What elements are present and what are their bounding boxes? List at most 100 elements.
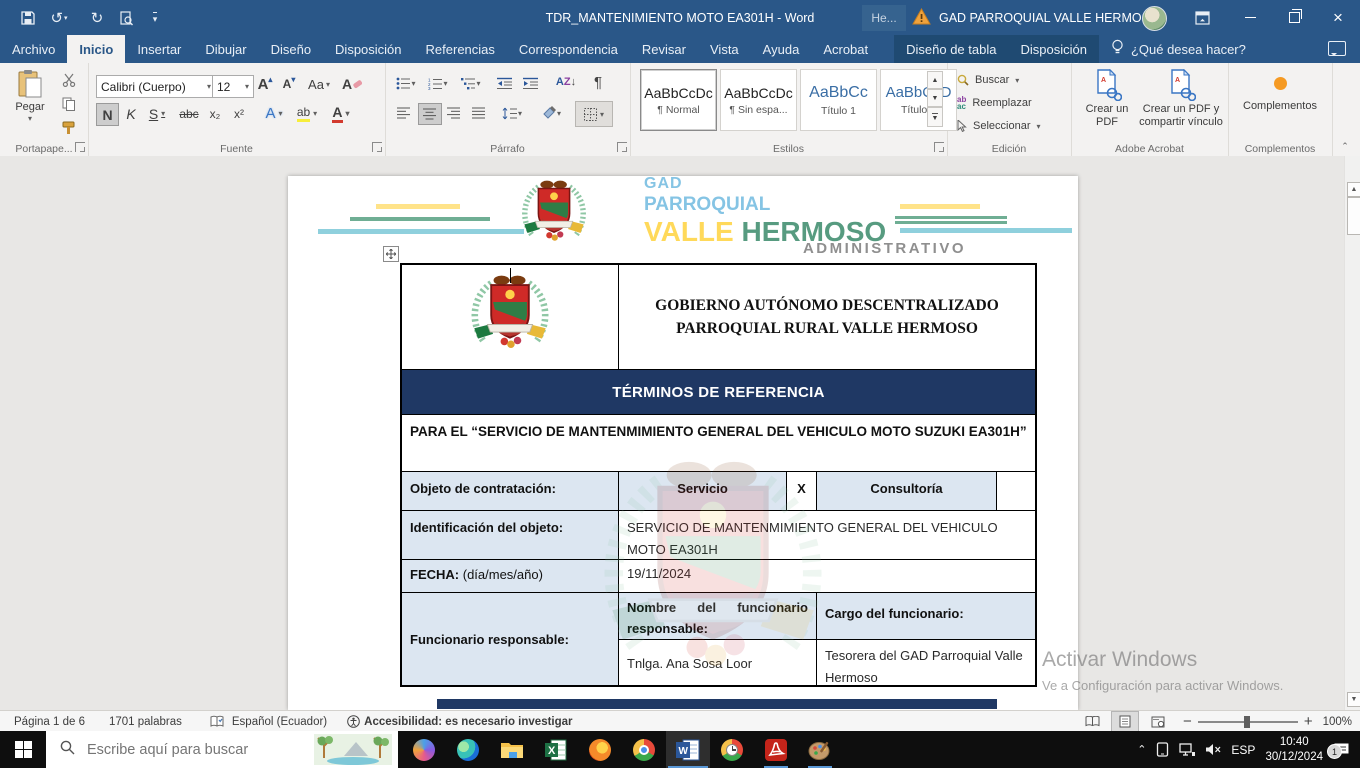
- font-size-combobox[interactable]: 12▾: [212, 75, 254, 98]
- find-button[interactable]: Buscar▾: [957, 71, 1065, 89]
- print-preview-button[interactable]: [115, 7, 137, 29]
- vertical-scrollbar[interactable]: ▲ ▼: [1344, 156, 1360, 710]
- web-layout-button[interactable]: [1145, 712, 1171, 731]
- word-count[interactable]: 1701 palabras: [109, 716, 182, 728]
- acrobat-icon[interactable]: [754, 731, 798, 768]
- paste-button[interactable]: Pegar ▾: [8, 69, 52, 123]
- styles-dialog-launcher[interactable]: [934, 142, 944, 152]
- superscript-button[interactable]: x²: [228, 103, 250, 124]
- tab-diseno[interactable]: Diseño: [259, 35, 323, 63]
- taskbar-search-box[interactable]: [46, 731, 398, 768]
- tab-diseno-de-tabla[interactable]: Diseño de tabla: [894, 35, 1008, 63]
- create-pdf-share-button[interactable]: A Crear un PDF y compartir vínculo: [1139, 69, 1223, 128]
- addins-button[interactable]: Complementos: [1240, 71, 1320, 113]
- tab-acrobat[interactable]: Acrobat: [811, 35, 880, 63]
- change-case-button[interactable]: Aa▾: [304, 73, 334, 95]
- tab-revisar[interactable]: Revisar: [630, 35, 698, 63]
- save-icon[interactable]: [17, 7, 39, 29]
- language-indicator[interactable]: Español (Ecuador): [232, 716, 327, 728]
- multilevel-list-button[interactable]: ▾: [457, 73, 485, 93]
- table-move-handle[interactable]: [383, 246, 399, 262]
- chrome-profile-icon[interactable]: [710, 731, 754, 768]
- page-indicator[interactable]: Página 1 de 6: [14, 716, 85, 728]
- clear-formatting-button[interactable]: A: [340, 73, 364, 95]
- styles-scroll-down-button[interactable]: ▼: [927, 89, 943, 107]
- collapse-ribbon-button[interactable]: ⌃: [1336, 139, 1354, 153]
- comments-icon[interactable]: [1328, 41, 1346, 56]
- justify-button[interactable]: [468, 103, 490, 123]
- cut-button[interactable]: [58, 71, 80, 89]
- paint-app-icon[interactable]: [798, 731, 842, 768]
- chrome-icon[interactable]: [622, 731, 666, 768]
- sort-button[interactable]: AZ↓: [551, 71, 581, 93]
- document-canvas[interactable]: GAD PARROQUIAL VALLE HERMOSO ADMINISTRAT…: [0, 156, 1360, 710]
- highlight-button[interactable]: ab▾: [292, 103, 322, 124]
- font-color-button[interactable]: A▾: [326, 103, 356, 124]
- borders-button[interactable]: ▾: [575, 101, 613, 127]
- taskbar-clock[interactable]: 10:40 30/12/2024: [1265, 735, 1323, 765]
- strikethrough-button[interactable]: abc: [176, 103, 202, 124]
- network-icon[interactable]: [1179, 743, 1195, 756]
- bullets-button[interactable]: ▾: [393, 73, 419, 93]
- format-painter-button[interactable]: [58, 119, 80, 137]
- tab-disposicion-tabla[interactable]: Disposición: [1008, 35, 1098, 63]
- zoom-in-button[interactable]: +: [1304, 713, 1313, 730]
- styles-more-button[interactable]: ▼: [927, 107, 943, 127]
- read-mode-button[interactable]: [1079, 712, 1105, 731]
- qat-customize-button[interactable]: ▾: [144, 7, 166, 29]
- accessibility-icon[interactable]: [347, 715, 360, 728]
- document-alert[interactable]: GAD PARROQUIAL VALLE HERMOSO: [912, 0, 1160, 35]
- select-button[interactable]: Seleccionar▾: [957, 117, 1065, 135]
- align-left-button[interactable]: [393, 103, 415, 123]
- tab-disposicion[interactable]: Disposición: [323, 35, 413, 63]
- font-dialog-launcher[interactable]: [372, 142, 382, 152]
- edge-icon[interactable]: [446, 731, 490, 768]
- search-input[interactable]: [85, 741, 289, 759]
- create-pdf-button[interactable]: A Crear un PDF: [1079, 69, 1135, 128]
- clipboard-dialog-launcher[interactable]: [75, 142, 85, 152]
- redo-button[interactable]: ↻: [86, 7, 108, 29]
- firefox-icon[interactable]: [578, 731, 622, 768]
- tab-archivo[interactable]: Archivo: [0, 35, 67, 63]
- print-layout-button[interactable]: [1111, 711, 1139, 732]
- scrollbar-thumb[interactable]: [1347, 197, 1360, 235]
- replace-button[interactable]: abac Reemplazar: [957, 94, 1065, 112]
- line-spacing-button[interactable]: ▾: [497, 103, 527, 123]
- show-paragraph-marks-button[interactable]: ¶: [587, 71, 609, 93]
- notification-center-button[interactable]: 1: [1333, 742, 1350, 757]
- increase-indent-button[interactable]: [519, 73, 543, 93]
- tab-correspondencia[interactable]: Correspondencia: [507, 35, 630, 63]
- font-name-combobox[interactable]: Calibri (Cuerpo)▾: [96, 75, 216, 98]
- zoom-out-button[interactable]: −: [1183, 713, 1192, 730]
- file-explorer-icon[interactable]: [490, 731, 534, 768]
- scroll-up-button[interactable]: ▲: [1347, 182, 1360, 197]
- zoom-level[interactable]: 100%: [1323, 716, 1352, 728]
- tab-dibujar[interactable]: Dibujar: [193, 35, 258, 63]
- maximize-restore-button[interactable]: [1272, 0, 1316, 35]
- tell-me-box[interactable]: ¿Qué desea hacer?: [1099, 35, 1258, 63]
- tablet-mode-icon[interactable]: [1156, 742, 1169, 757]
- ribbon-display-options-button[interactable]: [1185, 7, 1219, 29]
- accessibility-status[interactable]: Accesibilidad: es necesario investigar: [364, 716, 572, 728]
- grow-font-button[interactable]: A▴: [254, 73, 276, 95]
- style-sin-espaciado[interactable]: AaBbCcDc¶ Sin espa...: [720, 69, 797, 131]
- excel-icon[interactable]: X: [534, 731, 578, 768]
- decrease-indent-button[interactable]: [493, 73, 517, 93]
- undo-button[interactable]: ↺▾: [48, 7, 70, 29]
- tab-referencias[interactable]: Referencias: [414, 35, 507, 63]
- scroll-down-button[interactable]: ▼: [1347, 692, 1360, 707]
- tray-expand-chevron[interactable]: ⌃: [1137, 743, 1146, 756]
- zoom-slider-thumb[interactable]: [1244, 716, 1250, 728]
- copy-button[interactable]: [58, 95, 80, 113]
- avatar[interactable]: [1142, 6, 1167, 31]
- tab-inicio[interactable]: Inicio: [67, 35, 125, 63]
- style-normal[interactable]: AaBbCcDc¶ Normal: [640, 69, 717, 131]
- numbering-button[interactable]: 123▾: [425, 73, 451, 93]
- copilot-icon[interactable]: [402, 731, 446, 768]
- subscript-button[interactable]: x₂: [204, 103, 226, 124]
- text-effects-button[interactable]: A▾: [260, 103, 288, 124]
- tab-vista[interactable]: Vista: [698, 35, 751, 63]
- terms-table[interactable]: GOBIERNO AUTÓNOMO DESCENTRALIZADO PARROQ…: [400, 263, 1037, 687]
- shrink-font-button[interactable]: A▾: [278, 73, 300, 95]
- shading-button[interactable]: ▾: [535, 103, 567, 123]
